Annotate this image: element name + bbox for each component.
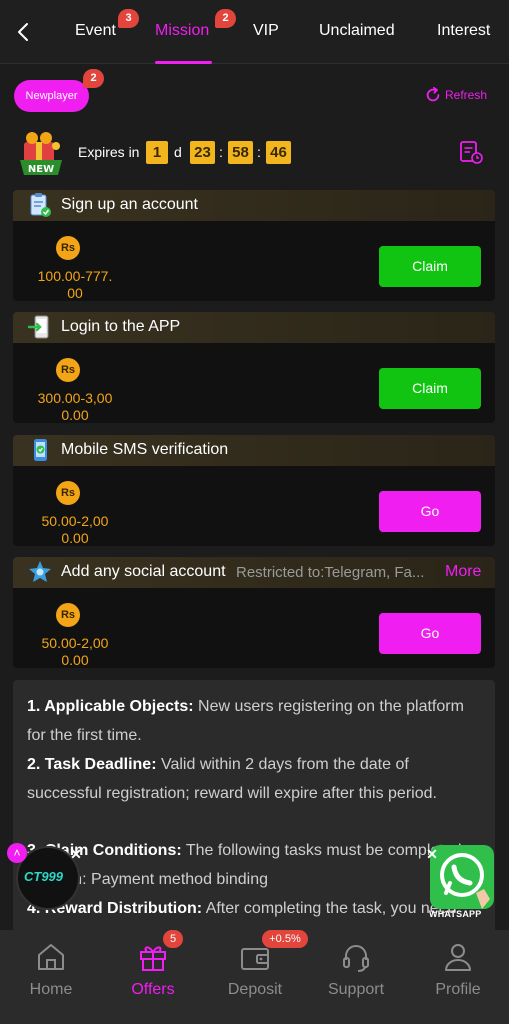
new-badge-text: NEW xyxy=(28,164,54,175)
task-reward-amount: 100.00-777. 00 xyxy=(29,268,121,301)
tab-mission[interactable]: Mission xyxy=(155,22,209,40)
refresh-label: Refresh xyxy=(445,88,488,102)
refresh-icon xyxy=(426,86,440,102)
rupee-coin-icon: Rs xyxy=(56,358,80,382)
tab-event-badge: 3 xyxy=(118,9,139,28)
reward-line-1: 100.00-777. xyxy=(37,268,113,284)
task-card-header: Add any social account Restricted to:Tel… xyxy=(13,557,495,588)
claim-button[interactable]: Claim xyxy=(379,246,481,287)
nav-label: Support xyxy=(327,981,385,998)
task-title: Login to the APP xyxy=(61,318,181,335)
refresh-button[interactable]: Refresh xyxy=(424,86,487,104)
nav-home[interactable]: Home xyxy=(0,930,102,1024)
offers-badge: 5 xyxy=(163,930,183,948)
tab-mission-badge: 2 xyxy=(215,9,236,28)
task-reward-amount: 50.00-2,00 0.00 xyxy=(29,513,121,546)
task-card-header: Mobile SMS verification xyxy=(13,435,495,466)
task-card-header: Sign up an account xyxy=(13,190,495,221)
go-button[interactable]: Go xyxy=(379,613,481,654)
countdown-sep: : xyxy=(257,144,261,160)
deposit-bonus-badge: +0.5% xyxy=(262,930,308,948)
task-title: Sign up an account xyxy=(61,196,198,213)
ct999-logo: CT999 xyxy=(24,869,64,884)
reward-line-2: 0.00 xyxy=(61,530,89,546)
reward-line-1: 50.00-2,00 xyxy=(41,513,109,529)
rule-heading: 2. Task Deadline: xyxy=(27,756,157,773)
rupee-coin-icon: Rs xyxy=(56,603,80,627)
reward-line-1: 300.00-3,00 xyxy=(37,390,113,406)
new-gift-icon: NEW xyxy=(20,132,62,175)
countdown-day-unit: d xyxy=(174,144,182,160)
sms-phone-icon xyxy=(34,439,47,461)
newplayer-badge: 2 xyxy=(83,69,104,88)
task-reward-amount: 300.00-3,00 0.00 xyxy=(29,390,121,423)
clipboard-icon xyxy=(30,193,51,217)
restriction-note: Restricted to:Telegram, Fa... xyxy=(236,564,425,581)
top-tab-bar: Event 3 Mission 2 VIP Unclaimed Interest xyxy=(0,0,509,64)
active-tab-indicator xyxy=(155,61,212,64)
close-icon[interactable]: ✕ xyxy=(68,846,84,862)
countdown-days: 1 xyxy=(146,141,168,164)
close-icon[interactable]: ✕ xyxy=(424,846,440,862)
rupee-coin-icon: Rs xyxy=(56,481,80,505)
rule-heading: 1. Applicable Objects: xyxy=(27,698,194,715)
expires-label: Expires in xyxy=(78,144,140,160)
back-arrow-icon[interactable] xyxy=(12,20,36,44)
rules-panel: 1. Applicable Objects: New users registe… xyxy=(13,680,495,950)
task-card-sms: Mobile SMS verification Rs 50.00-2,00 0.… xyxy=(13,435,495,546)
countdown-minutes: 58 xyxy=(228,141,253,164)
social-star-icon xyxy=(29,561,51,582)
task-title: Mobile SMS verification xyxy=(61,441,229,458)
task-card-login: Login to the APP Rs 300.00-3,00 0.00 Cla… xyxy=(13,312,495,423)
tab-vip[interactable]: VIP xyxy=(253,22,279,40)
task-card-social: Add any social account Restricted to:Tel… xyxy=(13,557,495,668)
countdown-sep: : xyxy=(219,144,223,160)
nav-support[interactable]: Support xyxy=(305,930,407,1024)
nav-offers[interactable]: 5 Offers xyxy=(102,930,204,1024)
rule-task-deadline: 2. Task Deadline: Valid within 2 days fr… xyxy=(27,750,467,808)
nav-deposit[interactable]: +0.5% Deposit xyxy=(204,930,308,1024)
newplayer-chip[interactable]: Newplayer xyxy=(14,80,89,112)
countdown-hours: 23 xyxy=(190,141,215,164)
records-icon[interactable] xyxy=(458,139,484,165)
tab-event[interactable]: Event xyxy=(75,22,116,40)
task-title: Add any social account xyxy=(61,563,226,580)
nav-label: Offers xyxy=(131,981,175,998)
nav-label: Profile xyxy=(435,981,481,998)
tab-unclaimed[interactable]: Unclaimed xyxy=(319,22,395,40)
profile-icon xyxy=(445,944,471,971)
rule-applicable-objects: 1. Applicable Objects: New users registe… xyxy=(27,692,467,750)
collapse-up-icon[interactable]: ˄ xyxy=(7,843,27,863)
more-link[interactable]: More xyxy=(445,563,481,581)
task-card-header: Login to the APP xyxy=(13,312,495,343)
reward-line-2: 00 xyxy=(67,285,83,301)
go-button[interactable]: Go xyxy=(379,491,481,532)
tab-interest[interactable]: Interest xyxy=(437,22,490,40)
bottom-nav: Home 5 Offers +0.5% Deposit Support Prof… xyxy=(0,930,509,1024)
whatsapp-label: WHATSAPP xyxy=(429,909,482,919)
nav-label: Home xyxy=(29,981,73,998)
reward-line-1: 50.00-2,00 xyxy=(41,635,109,651)
reward-line-2: 0.00 xyxy=(61,407,89,423)
countdown-seconds: 46 xyxy=(266,141,291,164)
phone-login-icon xyxy=(27,315,49,339)
nav-label: Deposit xyxy=(227,981,283,998)
task-reward-amount: 50.00-2,00 0.00 xyxy=(29,635,121,668)
task-card-signup: Sign up an account Rs 100.00-777. 00 Cla… xyxy=(13,190,495,301)
reward-line-2: 0.00 xyxy=(61,652,89,668)
rule-claim-conditions: 3. Claim Conditions: The following tasks… xyxy=(27,836,467,894)
claim-button[interactable]: Claim xyxy=(379,368,481,409)
headset-icon xyxy=(343,945,369,972)
home-icon xyxy=(38,944,64,970)
rupee-coin-icon: Rs xyxy=(56,236,80,260)
nav-profile[interactable]: Profile xyxy=(407,930,509,1024)
